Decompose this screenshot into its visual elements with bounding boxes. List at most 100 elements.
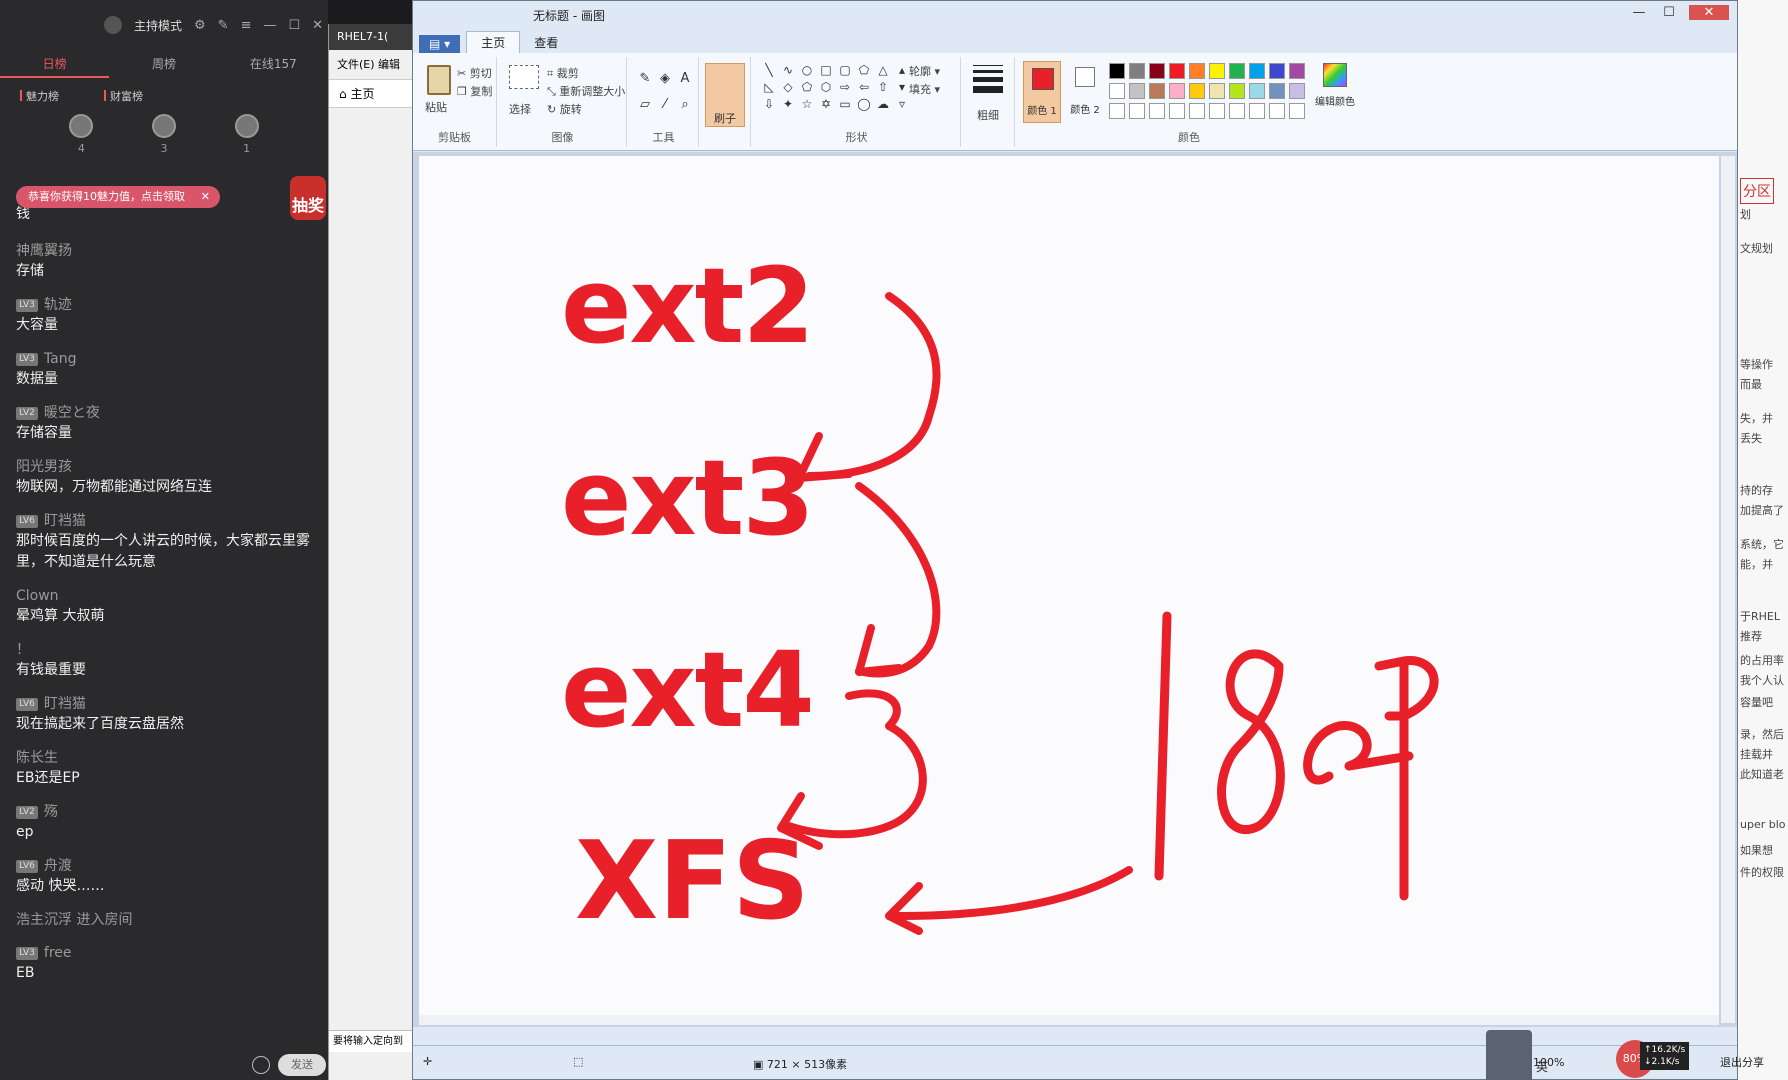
outline-button[interactable]: 轮廓 ▾ bbox=[909, 63, 940, 79]
select-icon[interactable] bbox=[509, 65, 539, 89]
magnifier-icon[interactable]: ⌕ bbox=[677, 97, 693, 113]
reward-notice[interactable]: 恭喜你获得10魅力值，点击领取 ✕ bbox=[16, 186, 220, 208]
maximize-icon[interactable]: ☐ bbox=[1659, 5, 1679, 20]
rotate-button[interactable]: ↻ 旋转 bbox=[547, 101, 582, 117]
file-menu-button[interactable]: ▤ ▾ bbox=[419, 35, 461, 53]
color-swatch[interactable] bbox=[1109, 63, 1125, 79]
emoji-icon[interactable] bbox=[252, 1056, 270, 1074]
color-swatch[interactable] bbox=[1269, 83, 1285, 99]
color-swatch[interactable] bbox=[1129, 63, 1145, 79]
star4-icon[interactable]: ✦ bbox=[780, 97, 796, 111]
charm-rank[interactable]: 魅力榜 bbox=[20, 88, 59, 104]
color-swatch[interactable] bbox=[1249, 83, 1265, 99]
color-swatch[interactable] bbox=[1149, 83, 1165, 99]
expand-icon[interactable]: ▿ bbox=[894, 97, 910, 111]
fill-bucket-icon[interactable]: ◈ bbox=[657, 71, 673, 87]
browser-tab[interactable]: RHEL7-1( bbox=[329, 24, 412, 50]
color-swatch[interactable] bbox=[1289, 83, 1305, 99]
tab-online[interactable]: 在线157 bbox=[219, 50, 328, 78]
lottery-button[interactable]: 抽奖 bbox=[290, 176, 326, 220]
paste-icon[interactable] bbox=[427, 65, 451, 95]
color-swatch[interactable] bbox=[1289, 63, 1305, 79]
top-user[interactable]: 1 bbox=[234, 114, 259, 155]
color-swatch[interactable] bbox=[1209, 63, 1225, 79]
minimize-icon[interactable]: — bbox=[263, 18, 276, 33]
color-swatch[interactable] bbox=[1169, 83, 1185, 99]
close-icon[interactable]: ✕ bbox=[1689, 5, 1729, 20]
top-user[interactable]: 3 bbox=[151, 114, 176, 155]
settings-icon[interactable]: ⚙ bbox=[194, 18, 206, 33]
tab-home[interactable]: 主页 bbox=[466, 31, 521, 53]
ime-indicator[interactable]: 英 bbox=[1536, 1058, 1548, 1075]
arrow-left-icon[interactable]: ⇦ bbox=[856, 80, 872, 94]
color-swatch[interactable] bbox=[1249, 103, 1265, 119]
close-icon[interactable]: ✕ bbox=[312, 18, 323, 33]
color-swatch[interactable] bbox=[1229, 63, 1245, 79]
tab-view[interactable]: 查看 bbox=[520, 32, 572, 53]
eraser-icon[interactable]: ▱ bbox=[637, 97, 653, 113]
top-user[interactable]: 4 bbox=[69, 114, 94, 155]
hexagon-icon[interactable]: ⬡ bbox=[818, 80, 834, 94]
maximize-icon[interactable]: ☐ bbox=[288, 18, 300, 33]
close-icon[interactable]: ✕ bbox=[201, 186, 210, 208]
color-swatch[interactable] bbox=[1289, 103, 1305, 119]
rect-shape-icon[interactable]: □ bbox=[818, 63, 834, 77]
paste-button[interactable]: 粘贴 bbox=[425, 99, 447, 115]
color-swatch[interactable] bbox=[1109, 103, 1125, 119]
color2-button[interactable]: 颜色 2 bbox=[1069, 61, 1101, 123]
edit-colors-button[interactable]: 编辑颜色 bbox=[1313, 63, 1357, 108]
callout-rect-icon[interactable]: ▭ bbox=[837, 97, 853, 111]
color-swatch[interactable] bbox=[1189, 83, 1205, 99]
vertical-scrollbar[interactable] bbox=[1721, 156, 1735, 1023]
color-swatch[interactable] bbox=[1269, 63, 1285, 79]
color-swatch[interactable] bbox=[1229, 83, 1245, 99]
pentagon-icon[interactable]: ⬠ bbox=[799, 80, 815, 94]
color-swatch[interactable] bbox=[1129, 103, 1145, 119]
fill-button[interactable]: 填充 ▾ bbox=[909, 81, 940, 97]
tab-weekly[interactable]: 周榜 bbox=[109, 50, 218, 78]
color-swatch[interactable] bbox=[1189, 63, 1205, 79]
home-tab[interactable]: ⌂ 主页 bbox=[329, 80, 412, 108]
color-picker-icon[interactable]: ⁄ bbox=[657, 97, 673, 113]
tab-daily[interactable]: 日榜 bbox=[0, 50, 110, 78]
color-swatch[interactable] bbox=[1149, 103, 1165, 119]
color-swatch[interactable] bbox=[1169, 63, 1185, 79]
line-width-icon[interactable] bbox=[973, 65, 1003, 97]
curve-shape-icon[interactable]: ∿ bbox=[780, 63, 796, 77]
cut-button[interactable]: ✂ 剪切 bbox=[457, 65, 492, 81]
browser-menu[interactable]: 文件(E) 编辑 bbox=[329, 50, 412, 80]
brush-button[interactable]: 刷子 bbox=[705, 63, 745, 127]
minimize-icon[interactable]: — bbox=[1629, 5, 1649, 20]
star6-icon[interactable]: ✡ bbox=[818, 97, 834, 111]
resize-button[interactable]: ⤡ 重新调整大小 bbox=[547, 83, 625, 99]
oval-shape-icon[interactable]: ○ bbox=[799, 63, 815, 77]
line-shape-icon[interactable]: ╲ bbox=[761, 63, 777, 77]
more-shapes-icon[interactable]: ▴ bbox=[894, 63, 910, 77]
pencil-icon[interactable]: ✎ bbox=[637, 71, 653, 87]
callout-oval-icon[interactable]: ◯ bbox=[856, 97, 872, 111]
color1-button[interactable]: 颜色 1 bbox=[1023, 61, 1061, 123]
wealth-rank[interactable]: 财富榜 bbox=[104, 88, 143, 104]
more-shapes-icon[interactable]: ▾ bbox=[894, 80, 910, 94]
select-button[interactable]: 选择 bbox=[509, 101, 531, 117]
arrow-down-icon[interactable]: ⇩ bbox=[761, 97, 777, 111]
right-triangle-icon[interactable]: ◺ bbox=[761, 80, 777, 94]
star5-icon[interactable]: ☆ bbox=[799, 97, 815, 111]
color-swatch[interactable] bbox=[1189, 103, 1205, 119]
stop-share-button[interactable]: 退出分享 bbox=[1720, 1054, 1764, 1070]
menu-icon[interactable]: ≡ bbox=[241, 18, 252, 33]
color-swatch[interactable] bbox=[1149, 63, 1165, 79]
color-swatch[interactable] bbox=[1129, 83, 1145, 99]
diamond-icon[interactable]: ◇ bbox=[780, 80, 796, 94]
color-swatch[interactable] bbox=[1229, 103, 1245, 119]
size-button[interactable]: 粗细 bbox=[977, 107, 999, 123]
horizontal-scrollbar[interactable] bbox=[419, 1015, 1719, 1025]
text-tool-icon[interactable]: A bbox=[677, 71, 693, 87]
polygon-icon[interactable]: ⬠ bbox=[856, 63, 872, 77]
color-swatch[interactable] bbox=[1209, 83, 1225, 99]
triangle-icon[interactable]: △ bbox=[875, 63, 891, 77]
copy-button[interactable]: ❐ 复制 bbox=[457, 83, 492, 99]
rounded-rect-icon[interactable]: ▢ bbox=[837, 63, 853, 77]
crop-button[interactable]: ⌗ 裁剪 bbox=[547, 65, 579, 81]
arrow-up-icon[interactable]: ⇧ bbox=[875, 80, 891, 94]
